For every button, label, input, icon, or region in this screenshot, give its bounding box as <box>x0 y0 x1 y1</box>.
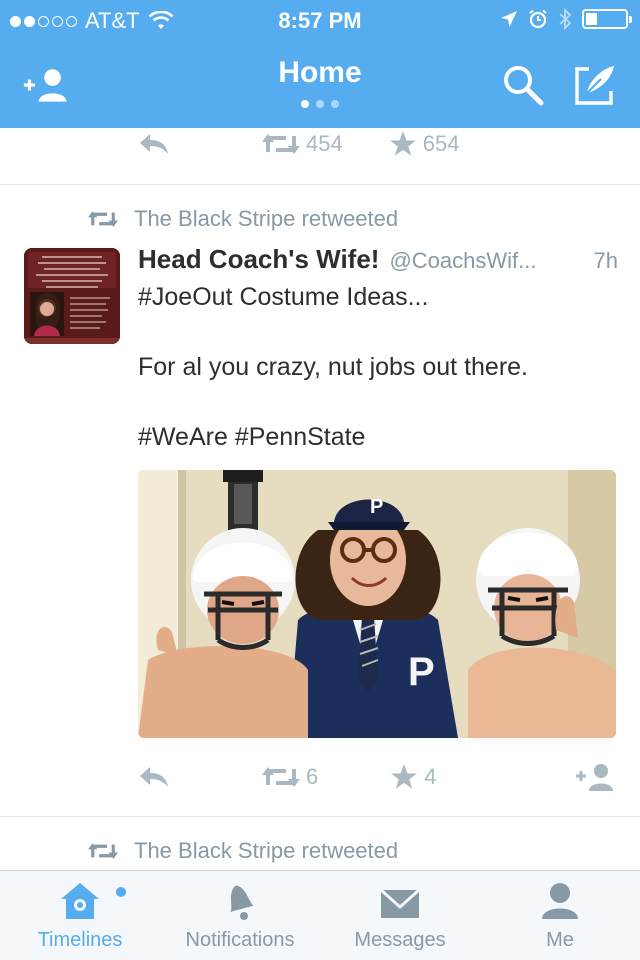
avatar[interactable] <box>24 248 120 344</box>
favorite-count: 4 <box>424 764 437 789</box>
envelope-icon <box>379 888 421 918</box>
page-dot-1 <box>301 100 309 108</box>
author-handle[interactable]: @CoachsWif... <box>389 248 585 274</box>
favorite-button[interactable]: 4 <box>390 763 437 791</box>
tweet-divider <box>0 816 640 817</box>
follow-author-button[interactable] <box>574 762 618 792</box>
reply-icon <box>140 134 168 154</box>
bell-icon <box>230 885 254 920</box>
location-arrow-icon <box>501 11 517 27</box>
retweet-count: 454 <box>306 131 343 156</box>
retweet-context: The Black Stripe retweeted <box>88 206 398 232</box>
page-dot-3 <box>331 100 339 108</box>
costume-photo-image: P P <box>138 470 616 738</box>
alarm-clock-icon <box>529 9 547 29</box>
retweet-count: 6 <box>306 764 319 789</box>
tab-messages[interactable]: Messages <box>320 871 480 960</box>
reply-icon <box>140 767 168 787</box>
tweet-text: #JoeOut Costume Ideas... For al you craz… <box>138 283 529 451</box>
tweet-divider <box>0 184 640 185</box>
battery-icon <box>582 9 632 29</box>
tab-bar: Timelines Notifications Messages Me <box>0 870 640 960</box>
jacket-logo: P <box>408 650 435 694</box>
retweet-small-icon <box>88 843 118 859</box>
compose-button[interactable] <box>570 60 620 110</box>
home-icon <box>61 883 99 919</box>
retweeted-by-label: The Black Stripe retweeted <box>134 838 399 863</box>
retweeted-by-label: The Black Stripe retweeted <box>134 206 399 231</box>
tweet-header: Head Coach's Wife! @CoachsWif... 7h <box>138 244 618 275</box>
person-icon <box>542 883 578 919</box>
tab-label: Messages <box>354 929 446 951</box>
tweet-photo[interactable]: P P <box>138 470 616 738</box>
page-dot-2 <box>316 100 324 108</box>
star-icon <box>391 764 418 789</box>
retweet-button[interactable]: 6 <box>262 764 318 790</box>
reply-button[interactable] <box>138 132 170 156</box>
tweet-actions: 6 4 <box>138 762 618 792</box>
retweet-small-icon <box>88 211 118 227</box>
avatar-image <box>24 248 120 344</box>
new-content-badge <box>116 887 126 897</box>
tweet-timestamp: 7h <box>593 248 618 273</box>
tab-notifications[interactable]: Notifications <box>160 871 320 960</box>
tab-me[interactable]: Me <box>480 871 640 960</box>
compose-icon <box>575 66 614 105</box>
search-icon <box>504 66 544 106</box>
retweet-button[interactable]: 454 <box>262 131 343 157</box>
favorite-button[interactable]: 654 <box>389 130 460 158</box>
tab-timelines[interactable]: Timelines <box>0 871 160 960</box>
tab-label: Me <box>546 929 574 951</box>
tab-label: Notifications <box>185 929 295 951</box>
navigation-header: AT&T 8:57 PM Home <box>0 0 640 128</box>
retweet-icon <box>262 767 300 787</box>
reply-button[interactable] <box>138 765 170 789</box>
tab-label: Timelines <box>37 929 123 951</box>
status-bar: AT&T 8:57 PM <box>0 0 640 40</box>
retweet-icon <box>262 134 300 154</box>
status-right <box>500 8 632 30</box>
star-icon <box>389 131 416 156</box>
favorite-count: 654 <box>422 131 460 156</box>
prev-tweet-actions: 454 654 <box>138 130 459 158</box>
hat-logo: P <box>370 496 383 518</box>
follow-icon <box>576 764 613 791</box>
next-retweet-context: The Black Stripe retweeted <box>88 838 398 864</box>
author-name[interactable]: Head Coach's Wife! <box>138 244 379 275</box>
bluetooth-icon <box>559 8 572 30</box>
search-button[interactable] <box>498 60 548 110</box>
